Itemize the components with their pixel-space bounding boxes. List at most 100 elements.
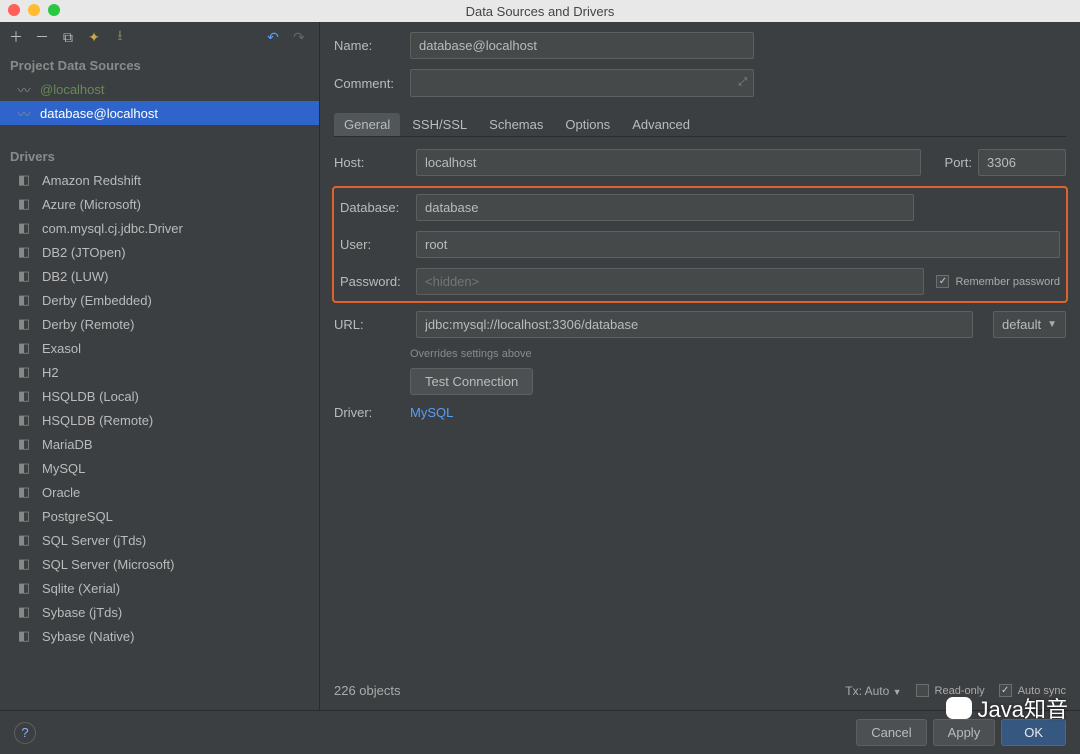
comment-label: Comment:: [334, 76, 410, 91]
url-mode-dropdown[interactable]: default▼: [993, 311, 1066, 338]
driver-icon: ◧: [16, 508, 32, 524]
driver-icon: ◧: [16, 292, 32, 308]
comment-input[interactable]: ⤢: [410, 69, 754, 97]
driver-icon: ◧: [16, 532, 32, 548]
name-input[interactable]: [410, 32, 754, 59]
window-title: Data Sources and Drivers: [466, 4, 615, 19]
expand-icon[interactable]: ⤢: [738, 76, 747, 89]
tab-general[interactable]: General: [334, 113, 400, 136]
tabs: GeneralSSH/SSLSchemasOptionsAdvanced: [334, 113, 1066, 137]
copy-icon[interactable]: ⧉: [60, 29, 76, 45]
driver-item[interactable]: ◧Azure (Microsoft): [0, 192, 319, 216]
driver-label: Driver:: [334, 405, 410, 420]
minimize-icon[interactable]: [28, 4, 40, 16]
url-input[interactable]: [416, 311, 973, 338]
driver-icon: ◧: [16, 340, 32, 356]
watermark: Java知音: [946, 692, 1068, 724]
driver-link[interactable]: MySQL: [410, 405, 453, 420]
driver-icon: ◧: [16, 244, 32, 260]
datasource-item[interactable]: 〰database@localhost: [0, 101, 319, 125]
main-panel: Name: Comment: ⤢ GeneralSSH/SSLSchemasOp…: [320, 22, 1080, 754]
url-label: URL:: [334, 317, 410, 332]
driver-icon: ◧: [16, 364, 32, 380]
driver-item[interactable]: ◧Oracle: [0, 480, 319, 504]
chat-icon: [946, 697, 972, 719]
sidebar: ＋ － ⧉ ✦ ⭳ ↶ ↷ Project Data Sources 〰@loc…: [0, 22, 320, 754]
remove-icon[interactable]: －: [34, 29, 50, 45]
user-label: User:: [340, 237, 416, 252]
undo-icon[interactable]: ↶: [265, 29, 281, 45]
driver-item[interactable]: ◧Derby (Remote): [0, 312, 319, 336]
tab-options[interactable]: Options: [555, 113, 620, 136]
close-icon[interactable]: [8, 4, 20, 16]
password-label: Password:: [340, 274, 416, 289]
driver-icon: ◧: [16, 460, 32, 476]
port-input[interactable]: [978, 149, 1066, 176]
datasource-icon: 〰: [16, 81, 32, 97]
overrides-note: Overrides settings above: [410, 348, 1066, 360]
driver-item[interactable]: ◧PostgreSQL: [0, 504, 319, 528]
remember-password[interactable]: Remember password: [936, 275, 1060, 288]
driver-item[interactable]: ◧HSQLDB (Remote): [0, 408, 319, 432]
driver-icon: ◧: [16, 484, 32, 500]
driver-icon: ◧: [16, 388, 32, 404]
cancel-button[interactable]: Cancel: [856, 719, 926, 746]
driver-item[interactable]: ◧DB2 (JTOpen): [0, 240, 319, 264]
driver-item[interactable]: ◧MySQL: [0, 456, 319, 480]
driver-icon: ◧: [16, 196, 32, 212]
import-icon[interactable]: ⭳: [112, 29, 128, 45]
driver-icon: ◧: [16, 556, 32, 572]
title-bar: Data Sources and Drivers: [0, 0, 1080, 22]
driver-item[interactable]: ◧Derby (Embedded): [0, 288, 319, 312]
redo-icon: ↷: [291, 29, 307, 45]
action-bar: ? Cancel Apply OK: [0, 710, 1080, 754]
driver-item[interactable]: ◧Sybase (jTds): [0, 600, 319, 624]
password-input[interactable]: [416, 268, 924, 295]
driver-item[interactable]: ◧Sybase (Native): [0, 624, 319, 648]
objects-count: 226 objects: [334, 683, 401, 698]
tx-mode[interactable]: Tx: Auto ▼: [845, 684, 901, 698]
sidebar-toolbar: ＋ － ⧉ ✦ ⭳ ↶ ↷: [0, 22, 319, 52]
driver-icon: ◧: [16, 580, 32, 596]
test-connection-button[interactable]: Test Connection: [410, 368, 533, 395]
driver-icon: ◧: [16, 628, 32, 644]
port-label: Port:: [945, 155, 972, 170]
help-icon[interactable]: ?: [14, 722, 36, 744]
section-drivers: Drivers: [0, 143, 319, 168]
driver-icon: ◧: [16, 316, 32, 332]
highlighted-credentials: Database: User: Password: Remember passw…: [332, 186, 1068, 303]
datasource-icon: 〰: [16, 105, 32, 121]
window-controls: [8, 4, 60, 16]
driver-item[interactable]: ◧DB2 (LUW): [0, 264, 319, 288]
driver-icon: ◧: [16, 220, 32, 236]
driver-item[interactable]: ◧Amazon Redshift: [0, 168, 319, 192]
driver-item[interactable]: ◧HSQLDB (Local): [0, 384, 319, 408]
tab-schemas[interactable]: Schemas: [479, 113, 553, 136]
name-label: Name:: [334, 38, 410, 53]
driver-icon: ◧: [16, 412, 32, 428]
host-label: Host:: [334, 155, 410, 170]
driver-icon: ◧: [16, 268, 32, 284]
driver-item[interactable]: ◧com.mysql.cj.jdbc.Driver: [0, 216, 319, 240]
section-datasources: Project Data Sources: [0, 52, 319, 77]
maximize-icon[interactable]: [48, 4, 60, 16]
host-input[interactable]: [416, 149, 921, 176]
database-input[interactable]: [416, 194, 914, 221]
driver-item[interactable]: ◧Sqlite (Xerial): [0, 576, 319, 600]
driver-icon: ◧: [16, 436, 32, 452]
driver-item[interactable]: ◧Exasol: [0, 336, 319, 360]
user-input[interactable]: [416, 231, 1060, 258]
driver-item[interactable]: ◧H2: [0, 360, 319, 384]
driver-icon: ◧: [16, 604, 32, 620]
datasource-item[interactable]: 〰@localhost: [0, 77, 319, 101]
driver-icon: ◧: [16, 172, 32, 188]
database-label: Database:: [340, 200, 416, 215]
driver-item[interactable]: ◧MariaDB: [0, 432, 319, 456]
settings-icon[interactable]: ✦: [86, 29, 102, 45]
driver-item[interactable]: ◧SQL Server (Microsoft): [0, 552, 319, 576]
driver-item[interactable]: ◧SQL Server (jTds): [0, 528, 319, 552]
tab-advanced[interactable]: Advanced: [622, 113, 700, 136]
checkbox-icon[interactable]: [936, 275, 949, 288]
add-icon[interactable]: ＋: [8, 29, 24, 45]
tab-sshssl[interactable]: SSH/SSL: [402, 113, 477, 136]
